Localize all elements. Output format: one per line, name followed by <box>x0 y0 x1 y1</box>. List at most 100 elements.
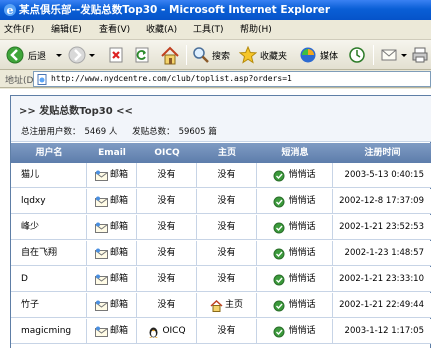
svg-text:e: e <box>7 4 14 17</box>
col-header-message[interactable]: 短消息 <box>257 143 333 163</box>
cell-homepage: 没有 <box>197 241 257 266</box>
favorites-button[interactable]: 收藏夹 <box>238 43 296 67</box>
cell-message[interactable]: 悄悄话 <box>257 241 333 266</box>
media-button[interactable]: 媒体 <box>298 43 344 67</box>
stats-posts-value: 59605 篇 <box>178 127 217 137</box>
mail-dropdown-icon[interactable] <box>401 54 407 57</box>
email-link[interactable]: 邮箱 <box>110 267 128 292</box>
cell-username[interactable]: D <box>11 267 87 292</box>
col-header-oicq[interactable]: OICQ <box>137 143 197 163</box>
search-label: 搜索 <box>212 52 231 62</box>
cell-email[interactable]: 邮箱 <box>87 241 137 266</box>
cell-email[interactable]: 邮箱 <box>87 163 137 188</box>
cell-message[interactable]: 悄悄话 <box>257 163 333 188</box>
username-link[interactable]: 峰少 <box>21 222 39 232</box>
mail-button[interactable] <box>379 43 409 67</box>
private-message-link[interactable]: 悄悄话 <box>288 319 315 344</box>
private-message-link[interactable]: 悄悄话 <box>288 293 315 318</box>
col-header-regtime[interactable]: 注册时间 <box>333 143 431 163</box>
cell-email[interactable]: 邮箱 <box>87 319 137 344</box>
menu-tools[interactable]: 工具(T) <box>193 23 224 37</box>
cell-message[interactable]: 悄悄话 <box>257 293 333 318</box>
stats-users-label: 总注册用户数： <box>21 127 81 137</box>
menu-help[interactable]: 帮助(H) <box>240 23 272 37</box>
cell-oicq: 没有 <box>137 241 197 266</box>
email-link[interactable]: 邮箱 <box>110 189 128 214</box>
email-link[interactable]: 邮箱 <box>110 319 128 344</box>
cell-oicq: 没有 <box>137 267 197 292</box>
private-message-link[interactable]: 悄悄话 <box>288 267 315 292</box>
message-icon <box>273 248 285 259</box>
cell-username[interactable]: 竹子 <box>11 293 87 318</box>
cell-email[interactable]: 邮箱 <box>87 189 137 214</box>
email-link[interactable]: 邮箱 <box>110 163 128 188</box>
favorites-star-icon <box>239 46 257 64</box>
cell-email[interactable]: 邮箱 <box>87 215 137 240</box>
cell-homepage[interactable]: 主页 <box>197 293 257 318</box>
cell-username[interactable]: 自在飞翔 <box>11 241 87 266</box>
cell-email[interactable]: 邮箱 <box>87 293 137 318</box>
menu-view[interactable]: 查看(V) <box>99 23 130 37</box>
table-row: D 邮箱 没有 没有 悄悄话 2002-1-21 23:33:10 <box>11 267 431 292</box>
stats-line: 总注册用户数： 5469 人 发贴总数： 59605 篇 <box>21 125 221 137</box>
username-link[interactable]: magicming <box>21 326 71 336</box>
cell-oicq[interactable]: OICQ <box>137 319 197 344</box>
oicq-none: 没有 <box>157 248 176 258</box>
cell-username[interactable]: 猫儿 <box>11 163 87 188</box>
cell-email[interactable]: 邮箱 <box>87 267 137 292</box>
cell-username[interactable]: magicming <box>11 319 87 344</box>
cell-message[interactable]: 悄悄话 <box>257 189 333 214</box>
username-link[interactable]: lqdxy <box>21 196 46 206</box>
menu-edit[interactable]: 编辑(E) <box>51 23 82 37</box>
cell-username[interactable]: lqdxy <box>11 189 87 214</box>
stop-button[interactable] <box>105 43 127 67</box>
cell-regtime: 2002-1-21 23:33:10 <box>333 267 431 292</box>
private-message-link[interactable]: 悄悄话 <box>288 163 315 188</box>
cell-username[interactable]: 峰少 <box>11 215 87 240</box>
col-header-email[interactable]: Email <box>87 143 137 163</box>
cell-regtime: 2002-12-8 17:37:09 <box>333 189 431 214</box>
col-header-home[interactable]: 主页 <box>197 143 257 163</box>
address-input[interactable]: http://www.nydcentre.com/club/toplist.as… <box>33 71 431 87</box>
cell-regtime: 2003-1-12 1:17:05 <box>333 319 431 344</box>
print-button[interactable] <box>410 43 431 67</box>
menu-bar: 文件(F) 编辑(E) 查看(V) 收藏(A) 工具(T) 帮助(H) <box>0 20 431 40</box>
col-header-user[interactable]: 用户名 <box>11 143 87 163</box>
mail-icon <box>94 274 108 285</box>
oicq-link[interactable]: OICQ <box>162 319 185 344</box>
forward-dropdown-icon[interactable] <box>89 54 95 57</box>
regtime-value: 2002-1-23 1:48:57 <box>344 248 424 258</box>
cell-message[interactable]: 悄悄话 <box>257 319 333 344</box>
private-message-link[interactable]: 悄悄话 <box>288 215 315 240</box>
username-link[interactable]: 自在飞翔 <box>21 248 57 258</box>
email-link[interactable]: 邮箱 <box>110 215 128 240</box>
back-dropdown-icon[interactable] <box>56 54 62 57</box>
table-row: 竹子 邮箱 没有 主页 悄悄话 2002-1-21 22:49:44 <box>11 293 431 318</box>
private-message-link[interactable]: 悄悄话 <box>288 189 315 214</box>
search-button[interactable]: 搜索 <box>191 43 235 67</box>
homepage-none: 没有 <box>217 196 236 206</box>
menu-favorites[interactable]: 收藏(A) <box>146 23 177 37</box>
ie-logo-icon: e <box>4 4 16 17</box>
menu-file[interactable]: 文件(F) <box>4 23 34 37</box>
refresh-button[interactable] <box>131 43 153 67</box>
homepage-link[interactable]: 主页 <box>225 293 243 318</box>
back-button[interactable]: 后退 <box>4 43 64 67</box>
home-icon <box>161 46 179 65</box>
cell-regtime: 2002-1-21 22:49:44 <box>333 293 431 318</box>
home-button[interactable] <box>158 43 182 67</box>
message-icon <box>273 222 285 233</box>
username-link[interactable]: 猫儿 <box>21 170 39 180</box>
username-link[interactable]: 竹子 <box>21 300 39 310</box>
cell-message[interactable]: 悄悄话 <box>257 215 333 240</box>
history-button[interactable] <box>347 43 369 67</box>
table-row: 自在飞翔 邮箱 没有 没有 悄悄话 2002-1-23 1:48:57 <box>11 241 431 266</box>
username-link[interactable]: D <box>21 274 28 284</box>
email-link[interactable]: 邮箱 <box>110 293 128 318</box>
private-message-link[interactable]: 悄悄话 <box>288 241 315 266</box>
window-title: 某点俱乐部--发贴总数Top30 - Microsoft Internet Ex… <box>19 4 331 16</box>
oicq-none: 没有 <box>157 274 176 284</box>
cell-message[interactable]: 悄悄话 <box>257 267 333 292</box>
forward-button[interactable] <box>66 43 96 67</box>
email-link[interactable]: 邮箱 <box>110 241 128 266</box>
